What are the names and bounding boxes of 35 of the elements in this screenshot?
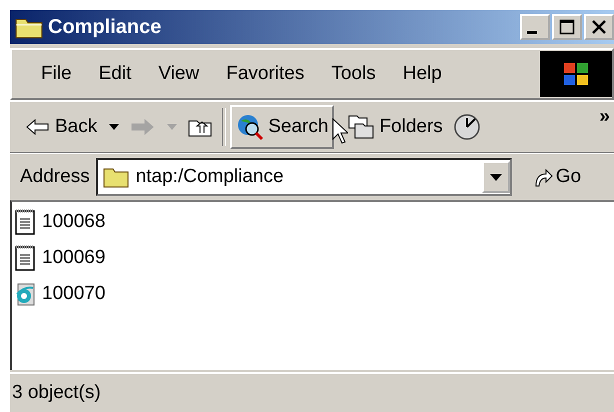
status-text: 3 object(s) xyxy=(12,382,101,404)
address-label: Address xyxy=(20,166,90,188)
notepad-icon xyxy=(14,245,36,271)
more-button[interactable]: » xyxy=(599,106,614,148)
minimize-button[interactable] xyxy=(520,14,550,40)
search-icon xyxy=(236,113,264,141)
minimize-icon xyxy=(527,30,537,34)
go-button[interactable]: Go xyxy=(526,165,588,189)
menu-item[interactable]: View xyxy=(145,63,214,85)
document-entry[interactable]: 100068 xyxy=(14,204,106,240)
close-button[interactable] xyxy=(584,14,614,40)
notepad-icon xyxy=(14,209,36,235)
mouse-pointer-icon xyxy=(332,118,348,144)
dropdown-button[interactable] xyxy=(482,161,510,193)
menu-item[interactable]: File xyxy=(28,63,86,85)
caret-icon xyxy=(167,124,178,130)
maximize-button[interactable] xyxy=(552,14,582,40)
document-entry[interactable]: 100070 xyxy=(14,276,106,312)
window-title: Compliance xyxy=(48,16,162,38)
caret-icon xyxy=(490,174,502,180)
web-page-icon xyxy=(14,281,36,307)
caret-icon xyxy=(109,124,120,130)
document-entry[interactable]: 100069 xyxy=(14,240,106,276)
menu-item[interactable]: Help xyxy=(390,63,456,85)
menu-item[interactable]: Edit xyxy=(86,63,146,85)
back-button[interactable]: Back xyxy=(20,105,124,149)
left-arrow-icon xyxy=(25,117,51,137)
menu-item[interactable]: Tools xyxy=(318,63,390,85)
search-button[interactable]: Search xyxy=(230,105,334,149)
menu-item[interactable]: Favorites xyxy=(213,63,318,85)
maximize-icon xyxy=(557,17,577,37)
right-arrow-icon xyxy=(129,117,156,137)
address-field[interactable]: ntap:/Compliance xyxy=(96,158,512,196)
folders-icon xyxy=(347,114,376,140)
clock-icon xyxy=(452,113,481,141)
